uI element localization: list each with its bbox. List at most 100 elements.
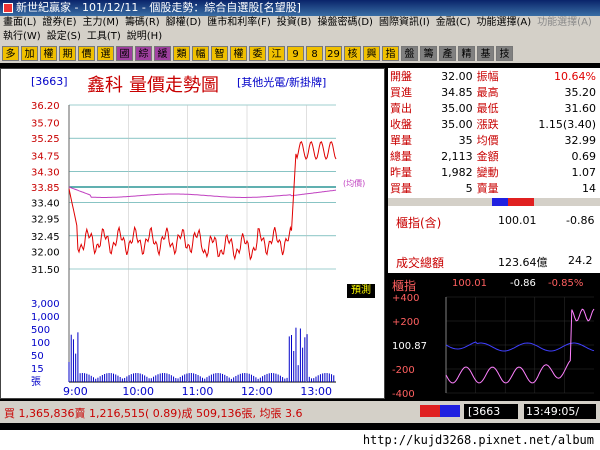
quote-label: 總量	[390, 150, 412, 163]
quote-label: 最低	[476, 102, 499, 115]
menu-item-3[interactable]: 說明(H)	[124, 31, 165, 42]
price-tick-label: 36.20	[31, 101, 60, 112]
price-volume-chart-panel: [3663] 鑫科 量價走勢圖 [其他光電/新掛牌] (均價) 36.20 35.…	[0, 68, 385, 399]
quote-label: 均價	[476, 134, 499, 147]
index-label: 櫃指(含)	[396, 216, 442, 230]
toolbar-button-3[interactable]: 期	[59, 46, 76, 61]
toolbar-button-4[interactable]: 價	[78, 46, 95, 61]
quote-row: 總量 2,113 金額 0.69	[388, 148, 598, 164]
quote-value: 35.20	[564, 85, 597, 99]
toolbar-button-10[interactable]: 幅	[192, 46, 209, 61]
quote-row: 收盤 35.00 漲跌 1.15(3.40)	[388, 116, 598, 132]
time-tick-label: 12:00	[241, 385, 273, 398]
menu-item-8[interactable]: 國際資訊(I)	[376, 17, 433, 28]
toolbar-button-5[interactable]: 選	[97, 46, 114, 61]
toolbar-button-17[interactable]: 29	[325, 46, 342, 61]
mini-index-pct: -0.85%	[548, 278, 584, 289]
volume-tick-label: 3,000	[31, 299, 60, 310]
quote-row: 買進 34.85 最高 35.20	[388, 84, 598, 100]
menu-item-2[interactable]: 主力(M)	[80, 17, 122, 28]
status-text: 買 1,365,836賣 1,216,515( 0.89)成 509,136張,…	[4, 407, 303, 420]
volume-tick-label: 張	[31, 376, 41, 388]
toolbar-button-14[interactable]: 江	[268, 46, 285, 61]
menu-item-10[interactable]: 功能選擇(A)	[474, 17, 535, 28]
quote-label: 金額	[476, 150, 499, 163]
quote-row: 開盤 32.00 振幅 10.64%	[388, 68, 598, 84]
menu-item-0[interactable]: 畫面(L)	[0, 17, 39, 28]
price-tick-label: 33.85	[31, 183, 60, 194]
time-tick-label: 9:00	[63, 385, 88, 398]
toolbar-button-25[interactable]: 基	[477, 46, 494, 61]
menu-item-3[interactable]: 籌碼(R)	[122, 17, 163, 28]
volume-tick-label: 15	[31, 364, 44, 375]
price-tick-label: 35.25	[31, 134, 60, 145]
quote-label: 昨量	[390, 166, 412, 179]
toolbar-button-18[interactable]: 核	[344, 46, 361, 61]
forecast-button[interactable]: 預測	[347, 284, 375, 298]
toolbar-button-22[interactable]: 籌	[420, 46, 437, 61]
app-icon	[3, 3, 13, 13]
menu-item-7[interactable]: 操盤密碼(D)	[314, 17, 376, 28]
toolbar: 多加權期價選國綜緩類幅智權委江 9 8 29 核興指盤籌產精基技	[0, 44, 600, 63]
toolbar-button-24[interactable]: 精	[458, 46, 475, 61]
toolbar-button-1[interactable]: 加	[21, 46, 38, 61]
quote-label: 收盤	[390, 118, 412, 131]
menu-item-4[interactable]: 腳權(D)	[163, 17, 205, 28]
toolbar-button-21[interactable]: 盤	[401, 46, 418, 61]
toolbar-button-6[interactable]: 國	[116, 46, 133, 61]
index-value: 100.01	[498, 214, 537, 227]
quote-label: 買量	[390, 182, 412, 195]
stock-category: [其他光電/新掛牌]	[237, 75, 326, 89]
toolbar-button-0[interactable]: 多	[2, 46, 19, 61]
toolbar-button-23[interactable]: 產	[439, 46, 456, 61]
toolbar-button-13[interactable]: 委	[249, 46, 266, 61]
stock-name: 鑫科	[87, 75, 123, 96]
quote-label: 變動	[476, 166, 499, 179]
chart-title: 量價走勢圖	[129, 75, 219, 96]
quote-label: 賣出	[390, 102, 412, 115]
quote-value: 34.85	[441, 85, 473, 99]
toolbar-button-9[interactable]: 類	[173, 46, 190, 61]
toolbar-button-12[interactable]: 權	[230, 46, 247, 61]
toolbar-button-2[interactable]: 權	[40, 46, 57, 61]
watermark-url: http://kujd3268.pixnet.net/album	[0, 430, 600, 450]
menu-item-6[interactable]: 投資(B)	[274, 17, 315, 28]
toolbar-button-15[interactable]: 9	[287, 46, 304, 61]
price-axis: 36.20 35.70 35.25 34.75 34.30 33.85 33.40 32.95…	[31, 101, 60, 276]
mini-tick-label: +200	[392, 317, 419, 328]
menu-item-0[interactable]: 執行(W)	[0, 31, 44, 42]
status-code: [3663	[464, 404, 518, 419]
toolbar-button-19[interactable]: 興	[363, 46, 380, 61]
menu-bar-secondary: 執行(W) 設定(S) 工具(T) 說明(H)	[0, 30, 600, 44]
avg-price-label: (均價)	[343, 178, 365, 188]
price-tick-label: 32.45	[31, 232, 60, 243]
status-bar: 買 1,365,836賣 1,216,515( 0.89)成 509,136張,…	[0, 401, 600, 423]
price-volume-chart: [3663] 鑫科 量價走勢圖 [其他光電/新掛牌] (均價) 36.20 35.…	[1, 69, 384, 398]
menu-item-1[interactable]: 設定(S)	[44, 31, 84, 42]
toolbar-button-26[interactable]: 技	[496, 46, 513, 61]
menu-bar-primary: 畫面(L) 證券(E) 主力(M) 籌碼(R) 腳權(D) 匯市和利率(F) 投資(B) 操盤…	[0, 16, 600, 30]
quote-row: 買量 5 賣量 14	[388, 180, 598, 196]
quote-label: 振幅	[476, 70, 499, 83]
toolbar-button-8[interactable]: 緩	[154, 46, 171, 61]
bid-ask-bar-blue	[492, 198, 508, 206]
toolbar-button-20[interactable]: 指	[382, 46, 399, 61]
quote-value: 14	[582, 181, 596, 195]
menu-item-1[interactable]: 證券(E)	[39, 17, 79, 28]
menu-item-11[interactable]: 功能選擇(A)	[534, 17, 595, 28]
status-indicator	[420, 405, 460, 417]
quote-value: 1.07	[571, 165, 597, 179]
toolbar-button-16[interactable]: 8	[306, 46, 323, 61]
quote-value: 1,982	[441, 165, 473, 179]
price-tick-label: 35.70	[31, 118, 60, 129]
menu-item-9[interactable]: 金融(C)	[433, 17, 474, 28]
mini-index-value: 100.01	[452, 278, 487, 289]
bid-ask-bar-red	[508, 198, 534, 206]
quote-value: 5	[465, 181, 473, 195]
menu-item-2[interactable]: 工具(T)	[84, 31, 124, 42]
mini-tick-label: -400	[392, 389, 415, 399]
index-change: -0.86	[566, 214, 595, 227]
toolbar-button-7[interactable]: 綜	[135, 46, 152, 61]
menu-item-5[interactable]: 匯市和利率(F)	[204, 17, 274, 28]
toolbar-button-11[interactable]: 智	[211, 46, 228, 61]
